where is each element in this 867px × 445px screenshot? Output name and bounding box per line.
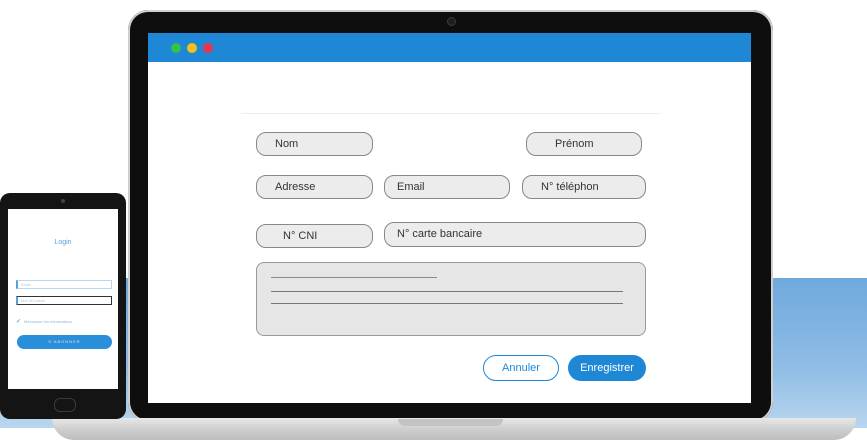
window-dot-green-icon[interactable] — [171, 43, 181, 53]
telephone-field[interactable]: N° téléphon — [522, 175, 646, 199]
laptop-screen: Nom Prénom Adresse Email N° téléphon N° … — [148, 33, 751, 403]
comment-textarea[interactable] — [256, 262, 646, 336]
save-button[interactable]: Enregistrer — [568, 355, 646, 381]
prenom-field[interactable]: Prénom — [526, 132, 642, 156]
laptop-camera — [447, 17, 456, 26]
laptop-notch — [398, 419, 503, 426]
phone-login-title: Login — [54, 239, 72, 246]
cni-field[interactable]: N° CNI — [256, 224, 373, 248]
cancel-button[interactable]: Annuler — [483, 355, 559, 381]
window-titlebar — [148, 33, 751, 62]
phone-remember-checkbox[interactable]: ✓ Mémoriser les informations — [16, 318, 72, 325]
carte-bancaire-field[interactable]: N° carte bancaire — [384, 222, 646, 247]
nom-field[interactable]: Nom — [256, 132, 373, 156]
phone-screen: Login Email Mot de passe ✓ Mémoriser les … — [8, 209, 118, 389]
textarea-line — [271, 303, 623, 304]
window-dot-yellow-icon[interactable] — [187, 43, 197, 53]
adresse-field[interactable]: Adresse — [256, 175, 373, 199]
phone-submit-button[interactable]: S'ABONNER — [17, 335, 112, 349]
email-field[interactable]: Email — [384, 175, 510, 199]
phone-email-input[interactable]: Email — [16, 280, 112, 289]
form-divider — [241, 113, 661, 114]
window-dot-red-icon[interactable] — [203, 43, 213, 53]
check-icon: ✓ — [16, 319, 22, 325]
phone-password-input[interactable]: Mot de passe — [16, 296, 112, 305]
phone-camera — [61, 199, 65, 203]
phone-remember-label: Mémoriser les informations — [24, 319, 73, 324]
textarea-line — [271, 277, 437, 278]
textarea-line — [271, 291, 623, 292]
phone-home-button[interactable] — [54, 398, 76, 412]
